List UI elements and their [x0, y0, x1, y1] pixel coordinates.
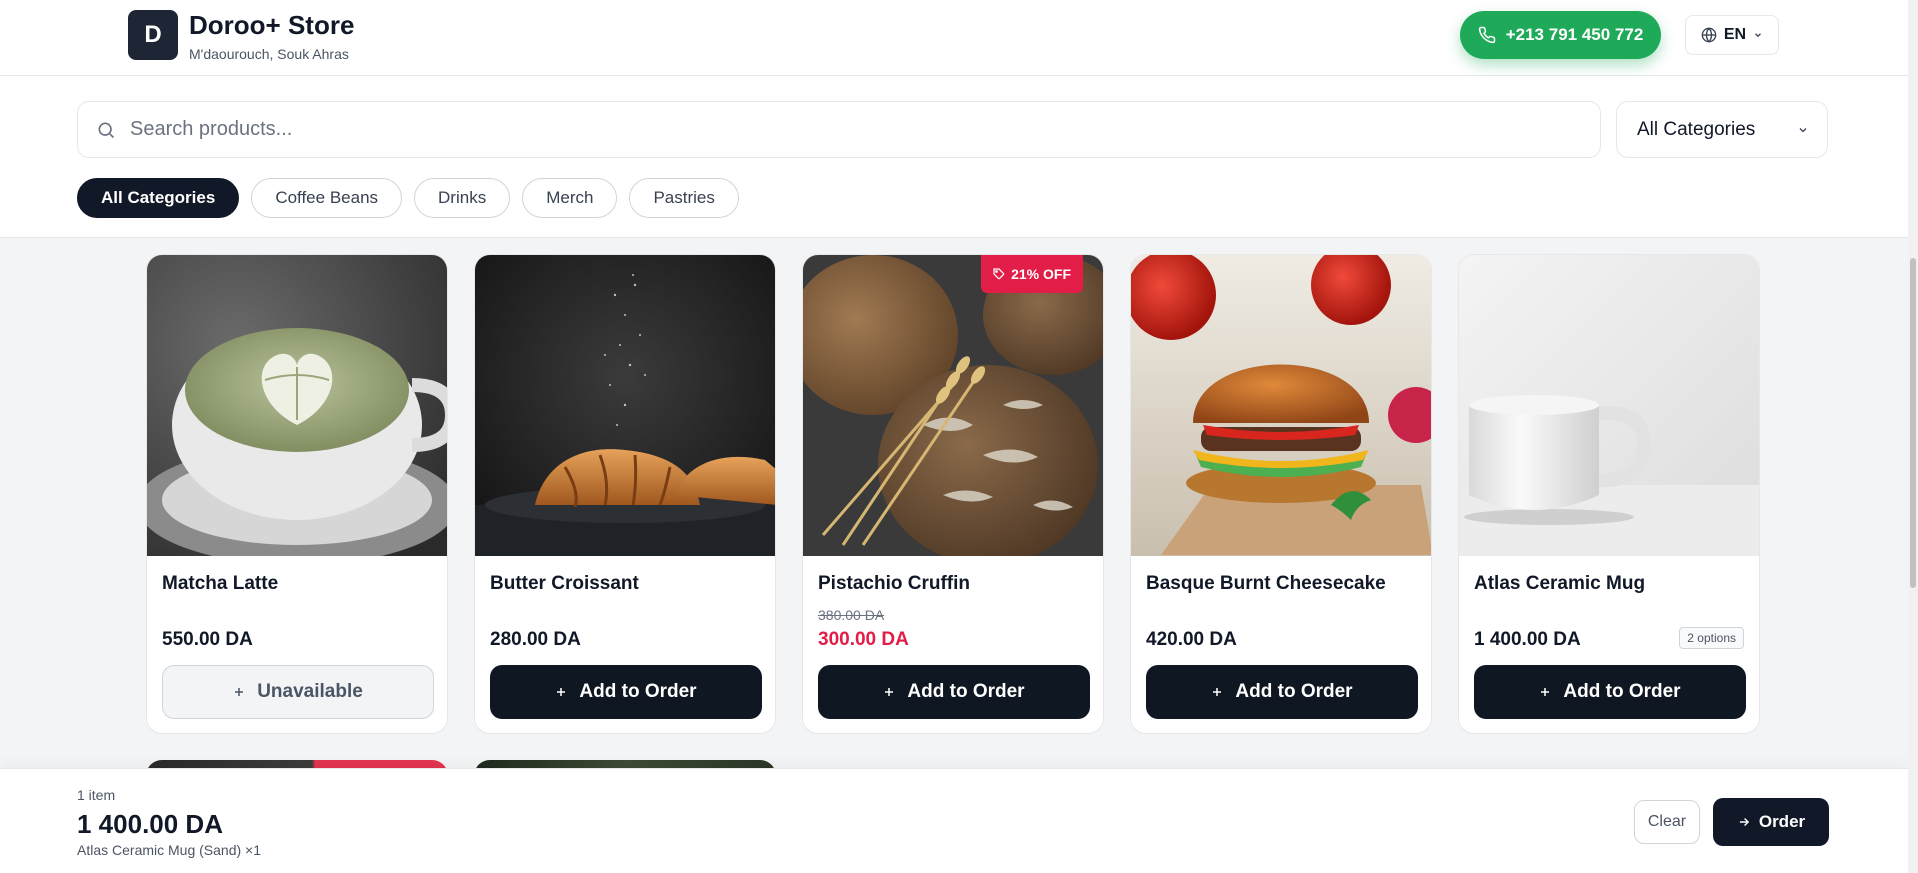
- category-select-value: All Categories: [1637, 118, 1756, 140]
- plus-icon: [885, 688, 894, 696]
- product-price: 280.00 DA: [490, 629, 581, 650]
- chevron-down-icon: [1755, 33, 1762, 38]
- product-price: 550.00 DA: [162, 629, 253, 650]
- cart-bar: 1 item 1 400.00 DA Atlas Ceramic Mug (Sa…: [0, 768, 1908, 873]
- croissant-image[interactable]: [475, 255, 775, 556]
- filter-bar: All Categories All Categories Coffee Bea…: [0, 76, 1908, 238]
- button-label: Add to Order: [579, 681, 697, 702]
- product-name: Atlas Ceramic Mug: [1474, 573, 1646, 594]
- mug-image[interactable]: [1459, 255, 1759, 556]
- plus-icon: [235, 688, 244, 696]
- category-chips: All Categories Coffee Beans Drinks Merch…: [77, 178, 739, 218]
- phone-call-button[interactable]: +213 791 450 772: [1460, 11, 1661, 59]
- tag-icon: [993, 268, 1005, 280]
- product-card[interactable]: Matcha Latte 550.00 DA Unavailable: [146, 254, 448, 734]
- matcha-latte-image[interactable]: [147, 255, 447, 556]
- add-to-order-button[interactable]: Add to Order: [1146, 665, 1418, 719]
- plus-icon: [1541, 688, 1550, 696]
- button-label: Unavailable: [257, 681, 363, 702]
- product-card[interactable]: 21% OFF Pistachio Cruffin 380.00 DA 300.…: [802, 254, 1104, 734]
- product-price: 420.00 DA: [1146, 629, 1237, 650]
- chip-drinks[interactable]: Drinks: [414, 178, 511, 218]
- search-icon: [98, 122, 115, 139]
- product-name: Pistachio Cruffin: [818, 573, 971, 594]
- chip-pastries[interactable]: Pastries: [629, 178, 739, 218]
- add-to-order-button[interactable]: Add to Order: [1474, 665, 1746, 719]
- cart-total: 1 400.00 DA: [77, 809, 223, 839]
- add-to-order-button[interactable]: Add to Order: [818, 665, 1090, 719]
- product-card[interactable]: Butter Croissant 280.00 DA Add to Order: [474, 254, 776, 734]
- product-card[interactable]: Basque Burnt Cheesecake 420.00 DA Add to…: [1130, 254, 1432, 734]
- search-input[interactable]: [130, 102, 1580, 157]
- chevron-down-icon: [1799, 128, 1807, 133]
- phone-number: +213 791 450 772: [1505, 25, 1644, 44]
- language-code: EN: [1723, 26, 1747, 43]
- product-price: 1 400.00 DA: [1474, 629, 1581, 650]
- phone-icon: [1478, 26, 1495, 44]
- store-name: Doroo+ Store: [189, 10, 355, 40]
- clear-cart-button[interactable]: Clear: [1634, 800, 1700, 844]
- plus-icon: [557, 688, 566, 696]
- cart-items-summary: Atlas Ceramic Mug (Sand) ×1: [77, 842, 262, 858]
- store-logo[interactable]: D: [128, 10, 178, 60]
- top-header: D Doroo+ Store M'daourouch, Souk Ahras +…: [0, 0, 1908, 76]
- product-card[interactable]: Atlas Ceramic Mug 1 400.00 DA 2 options …: [1458, 254, 1760, 734]
- order-button-label: Order: [1758, 812, 1806, 831]
- cart-item-count: 1 item: [77, 787, 116, 803]
- button-label: Add to Order: [1563, 681, 1681, 702]
- language-selector[interactable]: EN: [1685, 15, 1779, 55]
- discount-text: 21% OFF: [1011, 266, 1071, 282]
- options-badge: 2 options: [1679, 627, 1744, 649]
- chip-coffee-beans[interactable]: Coffee Beans: [251, 178, 403, 218]
- store-location: M'daourouch, Souk Ahras: [189, 46, 349, 62]
- discount-badge: 21% OFF: [981, 255, 1083, 293]
- product-name: Matcha Latte: [162, 573, 279, 594]
- pistachio-cruffin-image[interactable]: [803, 255, 1103, 556]
- chip-merch[interactable]: Merch: [522, 178, 618, 218]
- chip-all-categories[interactable]: All Categories: [77, 178, 240, 218]
- add-to-order-button[interactable]: Add to Order: [490, 665, 762, 719]
- plus-icon: [1213, 688, 1222, 696]
- product-card-partial[interactable]: [146, 760, 448, 768]
- cheesecake-image[interactable]: [1131, 255, 1431, 556]
- globe-icon: [1701, 27, 1717, 43]
- unavailable-button[interactable]: Unavailable: [162, 665, 434, 719]
- scrollbar-thumb[interactable]: [1910, 258, 1916, 588]
- sale-price: 300.00 DA: [818, 629, 909, 650]
- order-button[interactable]: Order: [1713, 798, 1829, 846]
- arrow-right-icon: [1739, 817, 1749, 827]
- button-label: Add to Order: [907, 681, 1025, 702]
- category-select[interactable]: All Categories: [1616, 101, 1828, 158]
- search-box[interactable]: [77, 101, 1601, 158]
- product-grid: Matcha Latte 550.00 DA Unavailable Butte…: [0, 238, 1908, 768]
- product-card-partial[interactable]: [474, 760, 776, 768]
- original-price: 380.00 DA: [818, 607, 885, 623]
- button-label: Add to Order: [1235, 681, 1353, 702]
- product-name: Basque Burnt Cheesecake: [1146, 573, 1386, 594]
- page-scrollbar[interactable]: [1908, 0, 1918, 873]
- product-name: Butter Croissant: [490, 573, 639, 594]
